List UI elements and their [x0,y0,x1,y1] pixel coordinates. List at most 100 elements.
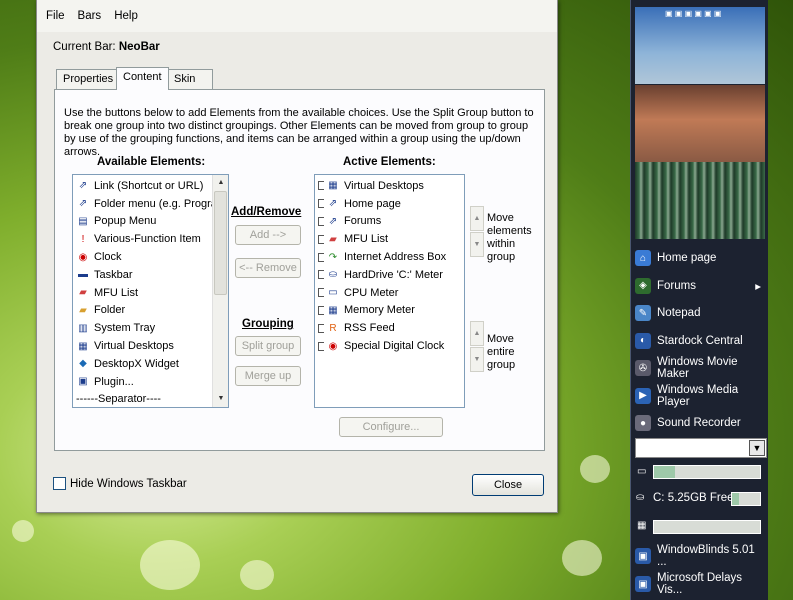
list-item-label: DesktopX Widget [94,357,179,370]
neobar-settings-window: File Bars Help Current Bar: NeoBar Prope… [36,0,558,513]
list-item[interactable]: ------Separator---- [73,391,228,409]
forums-icon: ◈ [635,277,651,294]
configure-button[interactable]: Configure... [339,417,443,437]
list-item-label: Virtual Desktops [344,179,424,192]
background-light-spot [562,540,602,576]
list-item[interactable]: ↷ Internet Address Box [315,248,464,266]
folder-menu-icon: ⇗ [78,198,88,210]
virtual-desktops-icon: ▦ [328,180,338,192]
tree-branch-icon [318,234,324,244]
list-item-label: RSS Feed [344,322,395,335]
tree-branch-icon [318,252,324,262]
list-item-label: Popup Menu [94,215,157,228]
bar-item-movie-maker[interactable]: ✇ Windows Movie Maker [635,355,767,381]
list-item-label: Internet Address Box [344,251,447,264]
menu-bars[interactable]: Bars [78,10,102,22]
available-elements-list[interactable]: ⇗ Link (Shortcut or URL) ⇗ Folder menu (e.g… [72,174,229,408]
scroll-down-icon[interactable]: ▼ [214,392,228,406]
bar-item-media-player[interactable]: ▶ Windows Media Player [635,383,767,409]
list-item-label: HardDrive 'C:' Meter [344,268,443,281]
task-window-icon: ▣ [635,548,651,564]
list-item[interactable]: ⇗ Link (Shortcut or URL) [73,177,228,195]
list-item[interactable]: R RSS Feed [315,319,464,337]
add-button[interactable]: Add --> [235,225,301,245]
sound-recorder-icon: ● [635,415,651,431]
memory-meter [653,520,761,534]
home-icon: ⌂ [635,250,651,266]
list-item[interactable]: ▭ CPU Meter [315,284,464,302]
task-item[interactable]: ▣ Microsoft Delays Vis... [635,571,767,597]
list-item[interactable]: ▦ Memory Meter [315,302,464,320]
list-item[interactable]: ◉ Special Digital Clock [315,337,464,355]
list-item[interactable]: ▦ Virtual Desktops [315,177,464,195]
list-item-label: System Tray [94,322,156,335]
list-item-label: MFU List [94,286,138,299]
list-item[interactable]: ◉ Clock [73,248,228,266]
tab-content[interactable]: Content [116,67,169,90]
list-item-label: Various-Function Item [94,233,201,246]
list-item[interactable]: ⇗ Forums [315,213,464,231]
cpu-meter [653,465,761,479]
tree-branch-icon [318,216,324,226]
list-item[interactable]: ◆ DesktopX Widget [73,355,228,373]
background-light-spot [580,455,610,483]
available-list-scrollbar[interactable]: ▲ ▼ [212,175,228,407]
scroll-thumb[interactable] [214,191,227,295]
desktop-thumbnail-3[interactable] [635,162,765,239]
instructions-text: Use the buttons below to add Elements fr… [64,107,534,158]
menu-help[interactable]: Help [114,10,138,22]
task-label: Microsoft Delays Vis... [657,572,742,596]
list-item[interactable]: ⇗ Home page [315,195,464,213]
bar-item-label: Home page [657,252,717,264]
bar-item-stardock[interactable]: ◐ Stardock Central [635,328,767,354]
list-item-label: Virtual Desktops [94,340,174,353]
popup-menu-icon: ▤ [78,215,88,227]
bar-item-sound-recorder[interactable]: ● Sound Recorder [635,410,767,436]
menu-file[interactable]: File [46,10,65,22]
list-item-label: Clock [94,251,122,264]
tree-branch-icon [318,181,324,191]
merge-up-button[interactable]: Merge up [235,366,301,386]
list-item[interactable]: ▣ Plugin... [73,373,228,391]
bar-item-home[interactable]: ⌂ Home page [635,245,767,271]
tab-properties[interactable]: Properties [56,69,121,89]
active-elements-list[interactable]: ▦ Virtual Desktops ⇗ Home page ⇗ Forums ▰ MFU L… [314,174,465,408]
list-item[interactable]: ⛀ HardDrive 'C:' Meter [315,266,464,284]
taskbar-icon: ▬ [78,269,88,281]
list-item[interactable]: ▰ MFU List [315,230,464,248]
list-item[interactable]: ▦ Virtual Desktops [73,337,228,355]
remove-button[interactable]: <-- Remove [235,258,301,278]
desktop-thumbnail-1[interactable]: ▣ ▣ ▣ ▣ ▣ ▣ [635,7,765,84]
list-item-label: Taskbar [94,268,133,281]
list-item[interactable]: ⇗ Folder menu (e.g. Program [73,195,228,213]
bar-item-forums[interactable]: ◈ Forums ▸ [635,273,767,299]
move-group-down-button[interactable]: ▼ [470,347,484,372]
list-item[interactable]: ! Various-Function Item [73,230,228,248]
tree-branch-icon [318,199,324,209]
internet-address-box[interactable]: ▼ [635,438,767,458]
list-item[interactable]: ▬ Taskbar [73,266,228,284]
tab-skin[interactable]: Skin [167,69,213,89]
exclamation-icon: ! [81,233,85,245]
current-bar: Current Bar: NeoBar [53,41,160,53]
system-tray-icon: ▥ [78,322,88,334]
list-item[interactable]: ▥ System Tray [73,319,228,337]
close-button[interactable]: Close [472,474,544,496]
move-up-within-button[interactable]: ▲ [470,206,484,231]
bar-item-notepad[interactable]: ✎ Notepad [635,300,767,326]
list-item-label: Plugin... [94,375,134,388]
move-group-up-button[interactable]: ▲ [470,321,484,346]
hide-taskbar-checkbox[interactable] [53,477,66,490]
dropdown-arrow-icon[interactable]: ▼ [749,440,765,456]
harddrive-icon: ⛀ [328,269,338,281]
list-item[interactable]: ▤ Popup Menu [73,213,228,231]
list-item[interactable]: ▰ MFU List [73,284,228,302]
split-group-button[interactable]: Split group [235,336,301,356]
task-item[interactable]: ▣ WindowBlinds 5.01 ... [635,543,767,569]
move-down-within-button[interactable]: ▼ [470,232,484,257]
memory-icon: ▦ [637,520,647,531]
list-item[interactable]: ▰ Folder [73,302,228,320]
desktop-thumbnail-2[interactable] [635,85,765,162]
scroll-up-icon[interactable]: ▲ [214,176,228,190]
grouping-label: Grouping [242,318,294,330]
